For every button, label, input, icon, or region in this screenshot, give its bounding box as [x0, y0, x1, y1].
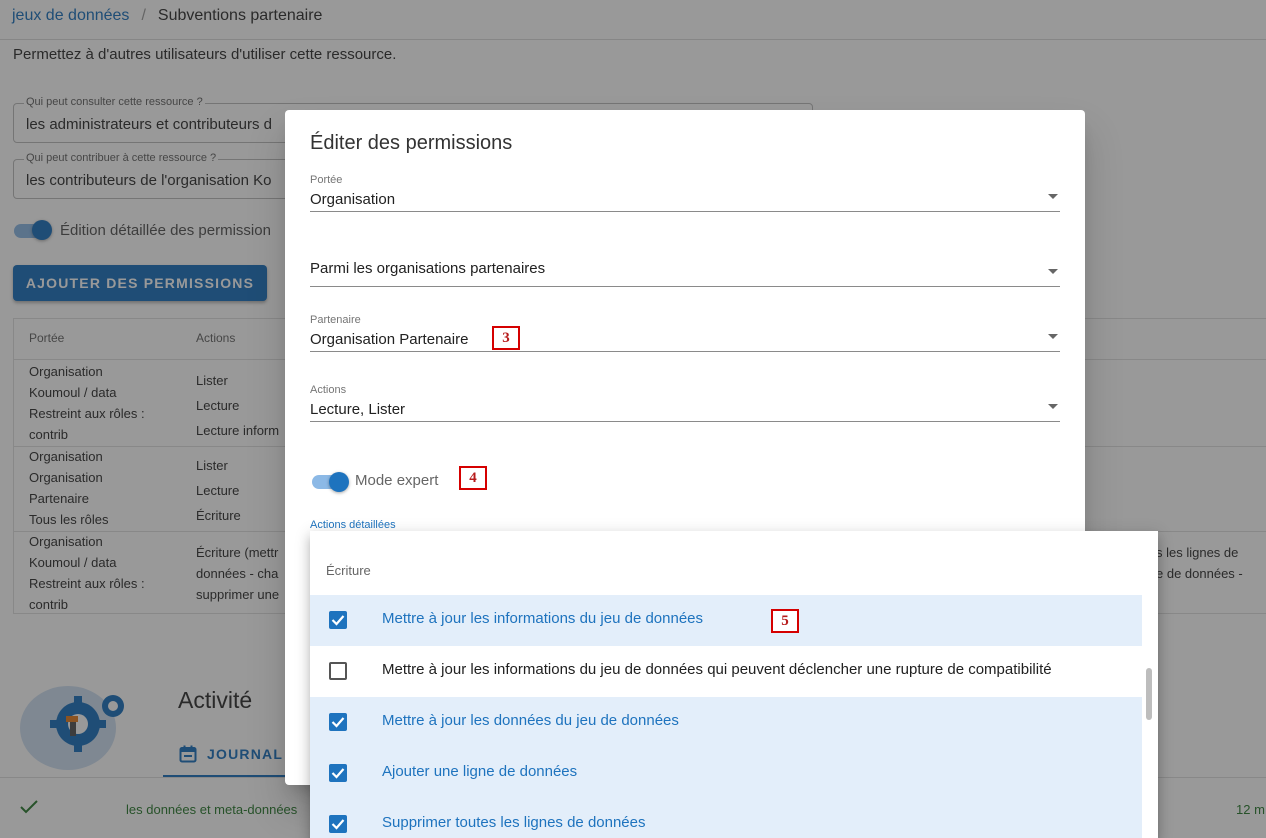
org-scope-select[interactable]: Parmi les organisations partenaires: [310, 249, 1060, 287]
actions-select-value: Lecture, Lister: [310, 401, 406, 418]
menu-item-add-line[interactable]: Ajouter une ligne de données: [310, 748, 1142, 799]
caret-down-icon: [1048, 269, 1058, 274]
menu-item-label: Mettre à jour les informations du jeu de…: [382, 661, 1052, 678]
caret-down-icon: [1048, 194, 1058, 199]
menu-item-update-info[interactable]: Mettre à jour les informations du jeu de…: [310, 595, 1142, 646]
org-scope-select-value: Parmi les organisations partenaires: [310, 260, 546, 277]
menu-item-label: Ajouter une ligne de données: [382, 763, 578, 780]
menu-scrollbar[interactable]: [1146, 668, 1152, 720]
menu-item-update-info-breaking[interactable]: Mettre à jour les informations du jeu de…: [310, 646, 1142, 697]
menu-item-update-data[interactable]: Mettre à jour les données du jeu de donn…: [310, 697, 1142, 748]
dialog-title: Éditer des permissions: [310, 132, 513, 154]
actions-select[interactable]: Actions Lecture, Lister: [310, 384, 1060, 422]
partner-select-value: Organisation Partenaire: [310, 331, 469, 348]
menu-subheader-write: Écriture: [326, 563, 371, 578]
expert-mode-label: Mode expert: [355, 472, 439, 489]
menu-item-label: Supprimer toutes les lignes de données: [382, 814, 646, 831]
expert-mode-switch-thumb: [329, 472, 349, 492]
scope-select-value: Organisation: [310, 191, 396, 208]
menu-item-label: Mettre à jour les données du jeu de donn…: [382, 712, 679, 729]
menu-item-delete-all-lines[interactable]: Supprimer toutes les lignes de données: [310, 799, 1142, 838]
caret-down-icon: [1048, 334, 1058, 339]
checkbox-checked-icon: [329, 713, 347, 731]
checkbox-checked-icon: [329, 815, 347, 833]
partner-select-label: Partenaire: [310, 314, 361, 326]
menu-item-label: Mettre à jour les informations du jeu de…: [382, 610, 704, 627]
checkbox-unchecked-icon: [329, 662, 347, 680]
annotation-marker-3: 3: [492, 326, 520, 350]
expert-mode-switch[interactable]: [312, 472, 352, 492]
detailed-actions-label: Actions détaillées: [310, 519, 396, 531]
checkbox-checked-icon: [329, 764, 347, 782]
partner-select[interactable]: Partenaire Organisation Partenaire: [310, 314, 1060, 352]
actions-select-label: Actions: [310, 384, 347, 396]
scope-select-label: Portée: [310, 174, 343, 186]
caret-down-icon: [1048, 404, 1058, 409]
detailed-actions-menu: Écriture Mettre à jour les informations …: [310, 531, 1158, 838]
annotation-marker-4: 4: [459, 466, 487, 490]
checkbox-checked-icon: [329, 611, 347, 629]
annotation-marker-5: 5: [771, 609, 799, 633]
scope-select[interactable]: Portée Organisation: [310, 174, 1060, 212]
